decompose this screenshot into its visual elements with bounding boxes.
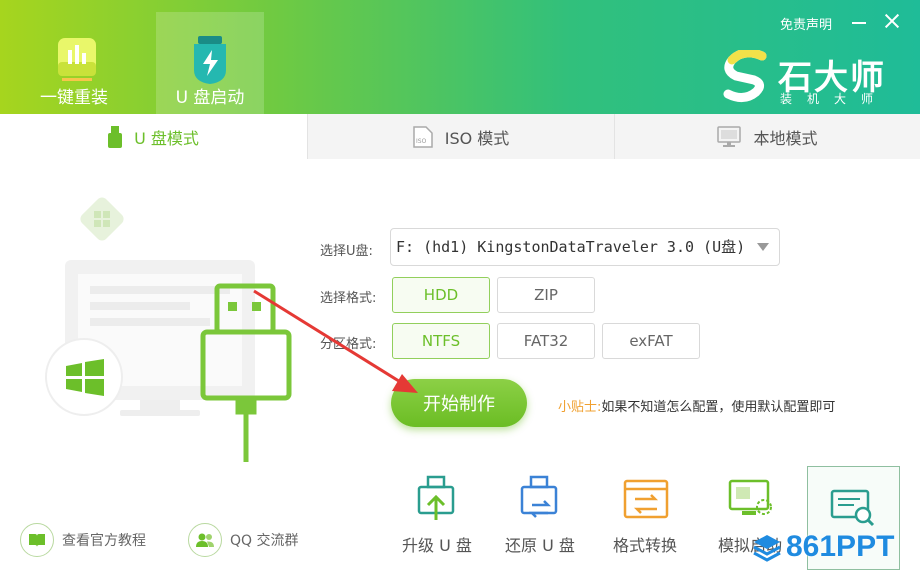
tab-label: 本地模式 <box>753 128 818 148</box>
s-logo-icon <box>723 48 767 102</box>
usb-lightning-icon <box>194 36 226 84</box>
partition-option-ntfs[interactable]: NTFS <box>392 323 490 359</box>
windows-logo-icon <box>45 338 123 416</box>
usb-restore-icon <box>520 475 558 518</box>
windows-diamond-icon <box>80 197 124 241</box>
usb-drive-select[interactable]: F: (hd1) KingstonDataTraveler 3.0 (U盘) <box>390 228 780 266</box>
tab-local-mode[interactable]: 本地模式 <box>614 114 920 159</box>
nav-label: 一键重装 <box>40 88 108 108</box>
simulate-boot-icon <box>728 479 772 515</box>
watermark-text: 861PPT <box>786 530 895 563</box>
brand-logo: 石大师 装机大师 <box>722 48 892 106</box>
start-making-button[interactable]: 开始制作 <box>391 379 527 427</box>
tab-label: ISO 模式 <box>444 128 510 148</box>
tool-label: 升级 U 盘 <box>402 536 472 555</box>
watermark: 861PPT <box>752 530 894 564</box>
monitor-icon <box>717 125 742 147</box>
tool-label: 还原 U 盘 <box>505 536 575 555</box>
mode-tabs: U 盘模式 ISO ISO 模式 本地模式 <box>0 114 920 160</box>
tab-label: U 盘模式 <box>134 129 199 148</box>
nav-usb-boot[interactable]: U 盘启动 <box>156 12 264 114</box>
svg-text:ISO: ISO <box>416 138 427 145</box>
group-icon <box>188 523 222 557</box>
format-convert-icon <box>623 479 669 519</box>
minimize-button[interactable] <box>852 22 866 24</box>
chevron-down-icon <box>757 243 769 251</box>
title-bar: 一键重装 U 盘启动 免责声明 石大师 装机大师 <box>0 0 920 114</box>
partition-option-fat32[interactable]: FAT32 <box>497 323 595 359</box>
nav-one-click-reinstall[interactable]: 一键重装 <box>20 12 128 114</box>
usb-upgrade-icon <box>417 475 455 520</box>
usb-select-label: 选择U盘: <box>320 244 373 259</box>
tip-title: 小贴士: <box>558 400 602 415</box>
tab-iso-mode[interactable]: ISO ISO 模式 <box>307 114 614 159</box>
stack-logo-icon <box>753 535 781 562</box>
tip-text: 小贴士:如果不知道怎么配置，使用默认配置即可 <box>558 396 835 415</box>
bar-chart-icon <box>58 38 96 81</box>
iso-file-icon: ISO <box>412 125 433 148</box>
format-label: 选择格式: <box>320 291 377 306</box>
shortcut-query-icon <box>830 489 875 527</box>
partition-label: 分区格式: <box>320 337 377 352</box>
usb-illustration <box>45 197 292 462</box>
nav-label: U 盘启动 <box>175 88 245 108</box>
brand-subtitle: 装机大师 <box>780 92 889 106</box>
usb-drive-icon <box>108 126 123 148</box>
tip-body: 如果不知道怎么配置，使用默认配置即可 <box>601 400 836 415</box>
book-icon <box>20 523 54 557</box>
disclaimer-link[interactable]: 免责声明 <box>780 14 832 33</box>
tab-usb-mode[interactable]: U 盘模式 <box>0 114 307 160</box>
tool-restore-usb[interactable]: 还原 U 盘 <box>490 470 590 570</box>
usb-select-value: F: (hd1) KingstonDataTraveler 3.0 (U盘) <box>396 238 746 256</box>
official-tutorial-link[interactable]: 查看官方教程 <box>20 522 146 558</box>
link-label: 查看官方教程 <box>62 533 146 549</box>
qq-group-link[interactable]: QQ 交流群 <box>188 522 299 558</box>
tool-upgrade-usb[interactable]: 升级 U 盘 <box>387 470 487 570</box>
partition-option-exfat[interactable]: exFAT <box>602 323 700 359</box>
format-option-zip[interactable]: ZIP <box>497 277 595 313</box>
link-label: QQ 交流群 <box>230 533 299 549</box>
tool-format-convert[interactable]: 格式转换 <box>595 470 695 570</box>
format-option-hdd[interactable]: HDD <box>392 277 490 313</box>
tool-label: 格式转换 <box>612 536 677 555</box>
close-button[interactable] <box>883 12 901 30</box>
